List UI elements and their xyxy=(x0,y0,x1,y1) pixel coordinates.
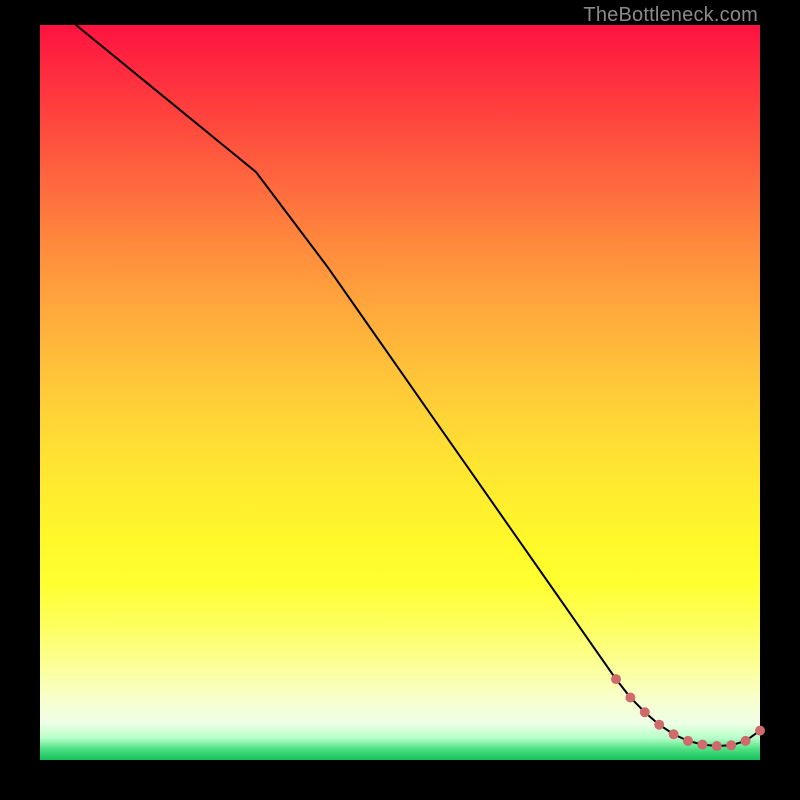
curve-marker xyxy=(640,707,650,717)
curve-marker xyxy=(611,674,621,684)
curve-marker xyxy=(712,741,722,751)
plot-area xyxy=(40,25,760,760)
curve-marker xyxy=(669,729,679,739)
curve-marker xyxy=(654,720,664,730)
chart-svg xyxy=(40,25,760,760)
curve-marker xyxy=(726,740,736,750)
bottleneck-curve xyxy=(76,25,760,746)
chart-stage: TheBottleneck.com xyxy=(0,0,800,800)
watermark-text: TheBottleneck.com xyxy=(583,4,758,27)
curve-markers xyxy=(611,674,765,751)
curve-marker xyxy=(741,736,751,746)
curve-marker xyxy=(625,693,635,703)
curve-marker xyxy=(683,736,693,746)
curve-marker xyxy=(697,740,707,750)
curve-marker xyxy=(755,726,765,736)
